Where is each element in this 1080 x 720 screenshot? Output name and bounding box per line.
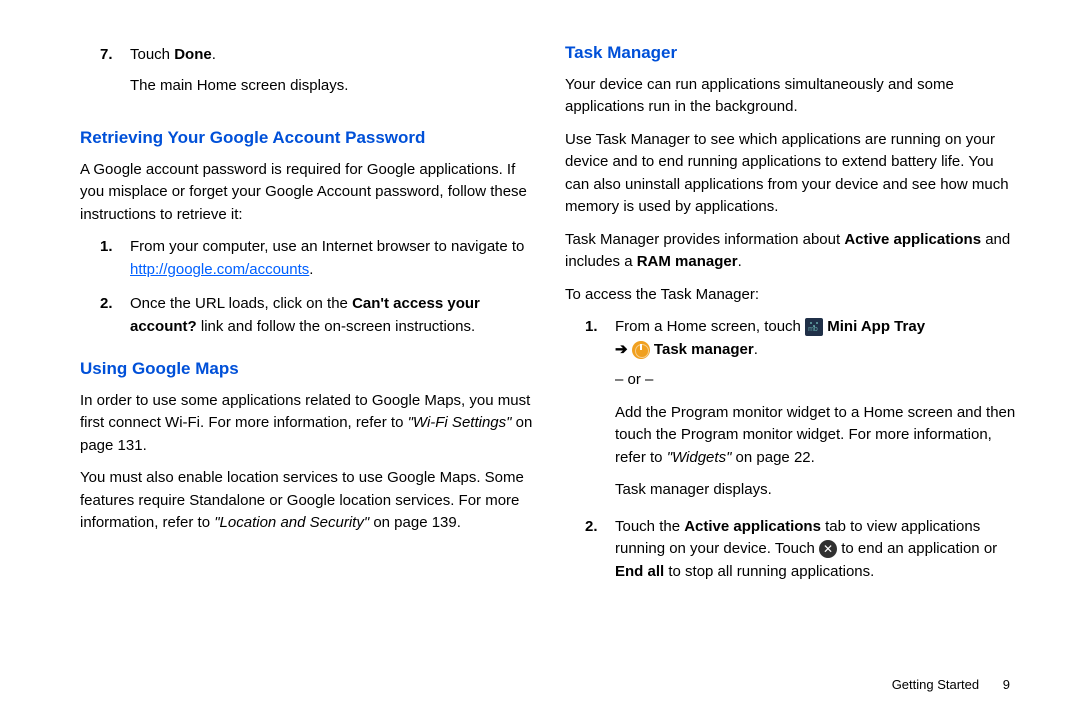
text: .: [309, 261, 313, 278]
text: on page 22.: [731, 449, 814, 466]
text: Touch the: [615, 518, 684, 535]
bold-mini-app-tray: Mini App Tray: [827, 318, 925, 335]
step-number: 1.: [100, 236, 130, 281]
text: From a Home screen, touch: [615, 318, 805, 335]
step-number: 1.: [585, 316, 615, 512]
task-step-2: 2. Touch the Active applications tab to …: [585, 516, 1020, 584]
italic-widgets: "Widgets": [667, 449, 732, 466]
text: Touch: [130, 46, 174, 63]
italic-location-security: "Location and Security": [214, 514, 369, 531]
step-body: Touch the Active applications tab to vie…: [615, 516, 1020, 584]
text: .: [738, 253, 742, 270]
text: link and follow the on-screen instructio…: [197, 318, 475, 335]
italic-wifi-settings: "Wi-Fi Settings": [408, 414, 512, 431]
task-para-3: Task Manager provides information about …: [565, 229, 1020, 274]
step-7: 7. Touch Done. The main Home screen disp…: [100, 44, 535, 107]
left-column: 7. Touch Done. The main Home screen disp…: [80, 40, 535, 587]
step-body: From your computer, use an Internet brow…: [130, 236, 535, 281]
task-access: To access the Task Manager:: [565, 284, 1020, 307]
right-column: Task Manager Your device can run applica…: [565, 40, 1020, 587]
step-body: Once the URL loads, click on the Can't a…: [130, 293, 535, 338]
task-para-1: Your device can run applications simulta…: [565, 74, 1020, 119]
text: to stop all running applications.: [664, 563, 874, 580]
retrieve-step-1: 1. From your computer, use an Internet b…: [100, 236, 535, 281]
step-number: 7.: [100, 44, 130, 107]
step-sub: The main Home screen displays.: [130, 75, 535, 98]
close-icon: ✕: [819, 540, 837, 558]
step-body: From a Home screen, touch Mini App Tray …: [615, 316, 1020, 512]
retrieve-intro: A Google account password is required fo…: [80, 159, 535, 227]
maps-para-2: You must also enable location services t…: [80, 467, 535, 535]
step-body: Touch Done. The main Home screen display…: [130, 44, 535, 107]
task-step-1: 1. From a Home screen, touch Mini App Tr…: [585, 316, 1020, 512]
task-displays: Task manager displays.: [615, 479, 1020, 502]
bold-active-apps-tab: Active applications: [684, 518, 821, 535]
retrieve-step-2: 2. Once the URL loads, click on the Can'…: [100, 293, 535, 338]
text: .: [754, 341, 758, 358]
page-footer: Getting Started 9: [892, 677, 1010, 692]
text: From your computer, use an Internet brow…: [130, 238, 524, 255]
mini-app-tray-icon: [805, 318, 823, 336]
step-number: 2.: [100, 293, 130, 338]
text: on page 139.: [369, 514, 461, 531]
footer-page-number: 9: [1003, 677, 1010, 692]
bold-end-all: End all: [615, 563, 664, 580]
bold-ram-manager: RAM manager: [637, 253, 738, 270]
step-number: 2.: [585, 516, 615, 584]
bold-task-manager: Task manager: [654, 341, 754, 358]
or-divider: – or –: [615, 369, 1020, 392]
text: .: [212, 46, 216, 63]
maps-para-1: In order to use some applications relate…: [80, 390, 535, 458]
bold-done: Done: [174, 46, 212, 63]
footer-section: Getting Started: [892, 677, 979, 692]
heading-google-maps: Using Google Maps: [80, 356, 535, 382]
bold-active-apps: Active applications: [844, 231, 981, 248]
heading-task-manager: Task Manager: [565, 40, 1020, 66]
heading-retrieve-password: Retrieving Your Google Account Password: [80, 125, 535, 151]
text: to end an application or: [841, 540, 997, 557]
arrow-icon: ➔: [615, 341, 632, 358]
task-manager-icon: [632, 341, 650, 359]
task-step-1-alt: Add the Program monitor widget to a Home…: [615, 402, 1020, 470]
text: Once the URL loads, click on the: [130, 295, 352, 312]
task-para-2: Use Task Manager to see which applicatio…: [565, 129, 1020, 219]
text: Task Manager provides information about: [565, 231, 844, 248]
google-accounts-link[interactable]: http://google.com/accounts: [130, 261, 309, 278]
